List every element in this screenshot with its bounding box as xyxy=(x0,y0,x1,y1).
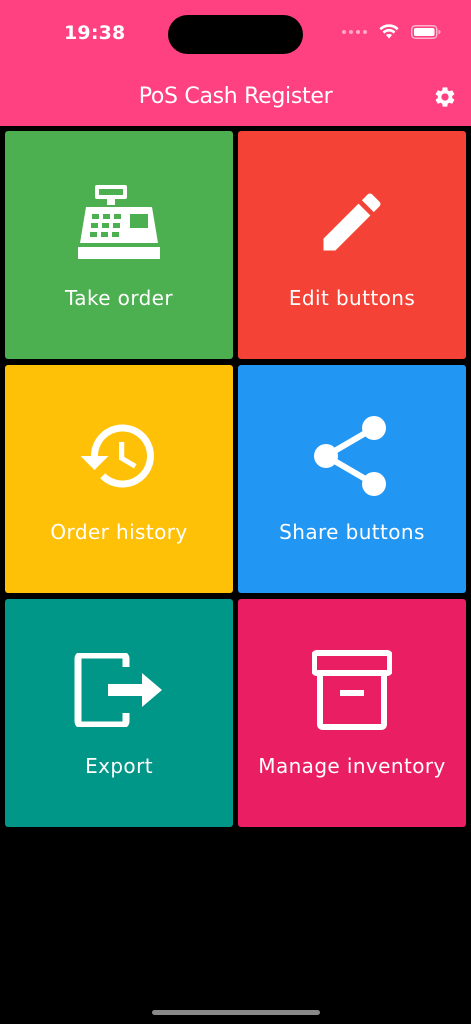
cellular-signal-icon xyxy=(342,29,367,34)
tile-label: Export xyxy=(85,754,153,778)
history-icon xyxy=(80,424,154,488)
share-icon xyxy=(314,416,386,496)
gear-icon xyxy=(435,87,455,107)
export-icon xyxy=(74,653,162,727)
wifi-icon xyxy=(379,24,399,39)
app-bar: 19:38 PoS Cash Register xyxy=(0,0,471,126)
tile-label: Take order xyxy=(64,286,174,310)
home-indicator[interactable] xyxy=(152,1010,320,1015)
tile-label: Manage inventory xyxy=(258,754,446,778)
export-button[interactable]: Export xyxy=(5,599,233,827)
settings-button[interactable] xyxy=(432,84,458,110)
tile-label: Order history xyxy=(50,520,188,544)
app-title: PoS Cash Register xyxy=(138,84,333,109)
manage-inventory-button[interactable]: Manage inventory xyxy=(238,599,466,827)
pencil-icon xyxy=(323,193,381,251)
tile-label: Edit buttons xyxy=(288,286,416,310)
order-history-button[interactable]: Order history xyxy=(5,365,233,593)
archive-box-icon xyxy=(312,650,392,730)
status-icons xyxy=(342,24,441,39)
dynamic-island xyxy=(168,15,303,54)
cash-register-icon xyxy=(78,185,160,259)
take-order-button[interactable]: Take order xyxy=(5,131,233,359)
tile-label: Share buttons xyxy=(279,520,425,544)
battery-icon xyxy=(411,24,441,39)
edit-buttons-button[interactable]: Edit buttons xyxy=(238,131,466,359)
share-buttons-button[interactable]: Share buttons xyxy=(238,365,466,593)
status-time: 19:38 xyxy=(64,22,126,44)
